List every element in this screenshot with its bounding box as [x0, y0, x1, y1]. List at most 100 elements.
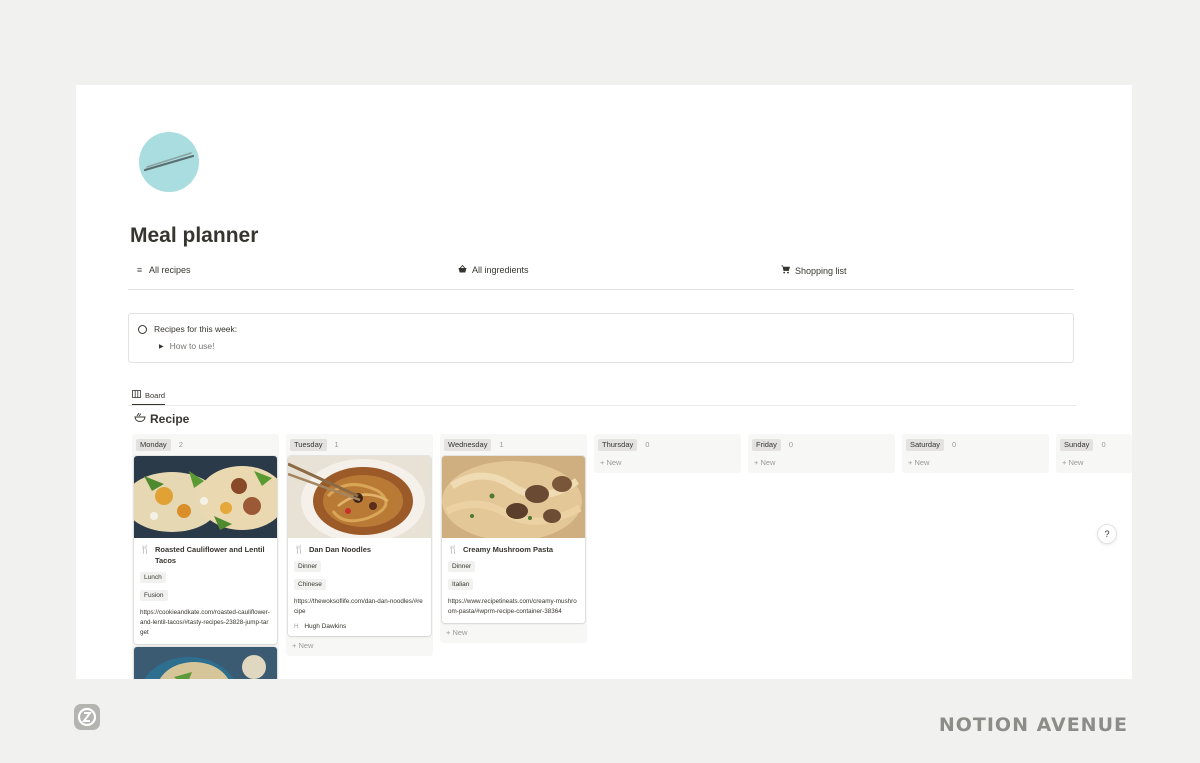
card-title: 🍴 Dan Dan Noodles: [294, 544, 425, 555]
new-card-button[interactable]: + New: [1058, 453, 1130, 469]
recipe-card-dan-dan-noodles[interactable]: 🍴 Dan Dan Noodles Dinner Chinese https:/…: [288, 456, 431, 636]
new-label: New: [914, 458, 930, 467]
column-header[interactable]: Tuesday 1: [288, 436, 431, 453]
link-label: All recipes: [149, 265, 191, 275]
column-count: 1: [499, 440, 504, 449]
list-icon: ≡: [136, 265, 143, 275]
new-card-button[interactable]: + New: [596, 453, 739, 469]
new-label: New: [1068, 458, 1084, 467]
link-all-recipes[interactable]: ≡ All recipes: [135, 265, 191, 275]
column-count: 0: [788, 440, 794, 449]
database-title-label: Recipe: [150, 412, 190, 426]
column-friday: Friday 0 + New: [748, 434, 895, 473]
column-label: Thursday: [598, 438, 638, 451]
column-count: 0: [1101, 440, 1106, 449]
card-cover-image: [288, 456, 431, 538]
basket-icon: [458, 264, 467, 275]
column-header[interactable]: Friday 0: [750, 436, 893, 453]
board-icon: [132, 390, 141, 400]
column-label: Sunday: [1060, 438, 1094, 451]
recipe-url[interactable]: https://thewoksoflife.com/dan-dan-noodle…: [294, 597, 425, 617]
recipe-card-tacos[interactable]: 🍴 Roasted Cauliflower and Lentil Tacos L…: [134, 456, 277, 644]
card-title: 🍴 Creamy Mushroom Pasta: [448, 544, 579, 555]
new-card-button[interactable]: + New: [904, 453, 1047, 469]
notion-avenue-logo-icon: [74, 704, 100, 730]
column-count: 0: [645, 440, 650, 449]
callout-title-row: Recipes for this week:: [138, 324, 237, 334]
link-all-ingredients[interactable]: All ingredients: [458, 264, 529, 275]
column-thursday: Thursday 0 + New: [594, 434, 741, 473]
card-cover-image: [134, 456, 277, 538]
column-label: Wednesday: [444, 438, 492, 451]
column-header[interactable]: Sunday 0: [1058, 436, 1130, 453]
help-button[interactable]: ?: [1097, 524, 1117, 544]
column-label: Tuesday: [290, 438, 327, 451]
page-title: Meal planner: [130, 224, 259, 247]
meal-tag: Lunch: [140, 572, 166, 583]
cuisine-tag: Fusion: [140, 590, 168, 601]
column-header[interactable]: Thursday 0: [596, 436, 739, 453]
callout: Recipes for this week: ▶ How to use!: [128, 313, 1074, 363]
new-label: New: [298, 641, 314, 650]
recipe-url[interactable]: https://cookieandkate.com/roasted-caulif…: [140, 608, 271, 638]
recipe-card-second[interactable]: [134, 647, 277, 679]
new-label: New: [452, 628, 468, 637]
callout-title: Recipes for this week:: [154, 324, 238, 334]
card-body: 🍴 Creamy Mushroom Pasta Dinner Italian h…: [442, 538, 585, 623]
link-label: Shopping list: [795, 265, 847, 276]
column-header[interactable]: Monday 2: [134, 436, 277, 453]
page-canvas: Meal planner ≡ All recipes All ingredien…: [76, 85, 1132, 679]
recipe-card-mushroom-pasta[interactable]: 🍴 Creamy Mushroom Pasta Dinner Italian h…: [442, 456, 585, 623]
column-count: 1: [334, 440, 339, 449]
person-name: Hugh Dawkins: [304, 623, 347, 630]
column-label: Friday: [752, 438, 781, 451]
card-cover-image: [442, 456, 585, 538]
card-title-text: Roasted Cauliflower and Lentil Tacos: [154, 545, 265, 565]
new-label: New: [606, 458, 622, 467]
cuisine-tag: Italian: [448, 579, 474, 590]
fork-knife-icon: 🍴: [140, 545, 150, 554]
cart-icon: [781, 265, 790, 276]
view-divider: [128, 405, 1076, 406]
database-title[interactable]: Recipe: [134, 412, 189, 426]
new-card-button[interactable]: + New: [442, 623, 585, 639]
new-label: New: [760, 458, 776, 467]
card-title-text: Creamy Mushroom Pasta: [462, 545, 553, 554]
chopsticks-icon[interactable]: [139, 132, 199, 192]
card-body: 🍴 Dan Dan Noodles Dinner Chinese https:/…: [288, 538, 431, 636]
recipe-url[interactable]: https://www.recipetineats.com/creamy-mus…: [448, 597, 579, 617]
column-monday: Monday 2 🍴 Roasted Cauliflower and Lenti…: [132, 434, 279, 679]
fork-knife-icon: 🍴: [294, 545, 304, 554]
fork-knife-icon: 🍴: [448, 545, 458, 554]
column-header[interactable]: Saturday 0: [904, 436, 1047, 453]
card-title: 🍴 Roasted Cauliflower and Lentil Tacos: [140, 544, 271, 566]
triangle-right-icon[interactable]: ▶: [159, 343, 164, 350]
column-header[interactable]: Wednesday 1: [442, 436, 585, 453]
avatar: H: [294, 623, 299, 630]
bowl-icon: [134, 412, 146, 426]
cuisine-tag: Chinese: [294, 579, 326, 590]
circle-icon: [138, 324, 147, 334]
person-property: H Hugh Dawkins: [294, 623, 425, 630]
links-row: ≡ All recipes All ingredients Shopping l…: [128, 260, 1074, 290]
how-to-use-toggle[interactable]: ▶ How to use!: [159, 341, 215, 351]
column-tuesday: Tuesday 1 🍴 Dan Dan Noodles Dinner Chine…: [286, 434, 433, 656]
column-count: 2: [178, 440, 183, 449]
toggle-label: How to use!: [169, 341, 215, 351]
card-cover-image: [134, 647, 277, 679]
meal-tag: Dinner: [294, 561, 322, 572]
new-card-button[interactable]: + New: [750, 453, 893, 469]
column-sunday: Sunday 0 + New: [1056, 434, 1132, 473]
column-saturday: Saturday 0 + New: [902, 434, 1049, 473]
card-title-text: Dan Dan Noodles: [308, 545, 372, 554]
column-label: Saturday: [906, 438, 945, 451]
link-shopping-list[interactable]: Shopping list: [781, 265, 847, 276]
meal-tag: Dinner: [448, 561, 476, 572]
column-wednesday: Wednesday 1 🍴 Creamy Mushroom Pasta Dinn…: [440, 434, 587, 643]
column-count: 0: [952, 440, 957, 449]
card-body: 🍴 Roasted Cauliflower and Lentil Tacos L…: [134, 538, 277, 644]
tab-label: Board: [145, 390, 166, 400]
new-card-button[interactable]: + New: [288, 636, 431, 652]
link-label: All ingredients: [472, 265, 529, 275]
tab-board[interactable]: Board: [132, 389, 166, 405]
